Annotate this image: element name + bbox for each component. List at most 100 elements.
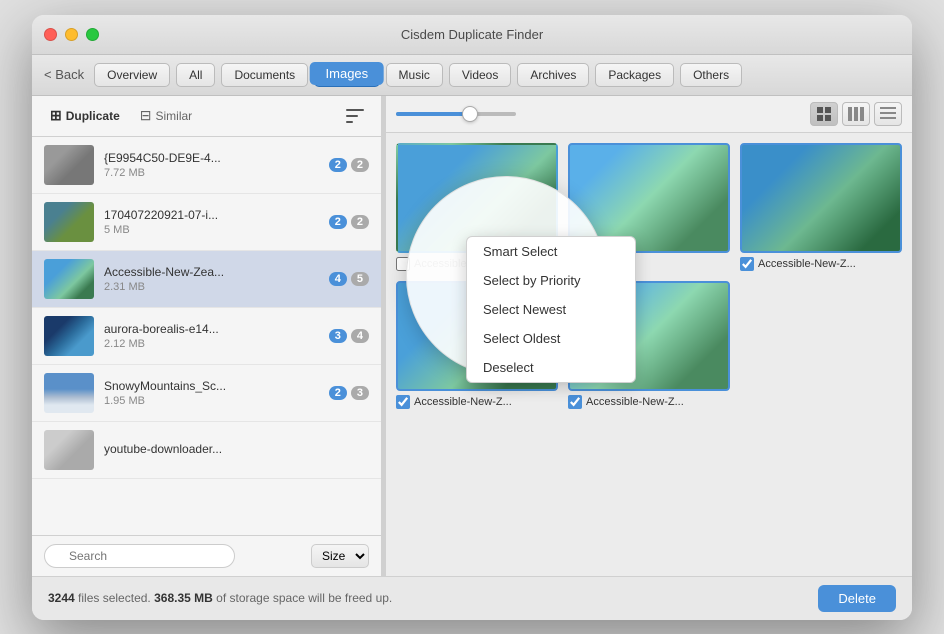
view-buttons bbox=[810, 102, 902, 126]
file-list: {E9954C50-DE9E-4... 7.72 MB 2 2 17040722… bbox=[32, 137, 381, 535]
similar-tab[interactable]: ⊟ Similar bbox=[134, 105, 198, 126]
app-window: Cisdem Duplicate Finder < Back Overview … bbox=[32, 15, 912, 620]
delete-button[interactable]: Delete bbox=[818, 585, 896, 612]
item-checkbox[interactable] bbox=[568, 395, 582, 409]
dropdown-overlay: Smart Select Select by Priority Select N… bbox=[466, 236, 636, 383]
file-info: Accessible-New-Zea... 2.31 MB bbox=[104, 265, 319, 293]
file-badges: 4 5 bbox=[329, 272, 369, 286]
sidebar-footer: 🔍 Size bbox=[32, 535, 381, 576]
dropdown-item-select-newest[interactable]: Select Newest bbox=[467, 295, 635, 324]
tab-packages[interactable]: Packages bbox=[595, 63, 674, 87]
file-name: aurora-borealis-e14... bbox=[104, 322, 319, 336]
file-thumbnail bbox=[44, 259, 94, 299]
grid-filename: Accessible-New-Z... bbox=[586, 396, 684, 408]
dropdown-item-smart-select[interactable]: Smart Select bbox=[467, 237, 635, 266]
back-button[interactable]: < Back bbox=[44, 67, 84, 82]
file-name: {E9954C50-DE9E-4... bbox=[104, 151, 319, 165]
file-size: 5 MB bbox=[104, 224, 319, 236]
file-name: SnowyMountains_Sc... bbox=[104, 379, 319, 393]
file-info: youtube-downloader... bbox=[104, 442, 359, 458]
grid-filename: Accessible-New-Z... bbox=[414, 396, 512, 408]
file-badges: 2 2 bbox=[329, 215, 369, 229]
file-info: aurora-borealis-e14... 2.12 MB bbox=[104, 322, 319, 350]
search-wrapper: 🔍 bbox=[44, 544, 305, 568]
file-badges: 3 4 bbox=[329, 329, 369, 343]
list-item[interactable]: 170407220921-07-i... 5 MB 2 2 bbox=[32, 194, 381, 251]
storage-size: 368.35 MB bbox=[154, 591, 213, 605]
badge-total: 5 bbox=[351, 272, 369, 286]
badge-total: 4 bbox=[351, 329, 369, 343]
tab-videos[interactable]: Videos bbox=[449, 63, 511, 87]
item-checkbox[interactable] bbox=[396, 395, 410, 409]
file-size: 1.95 MB bbox=[104, 395, 319, 407]
sidebar: ⊞ Duplicate ⊟ Similar bbox=[32, 96, 382, 576]
file-thumbnail bbox=[44, 316, 94, 356]
sidebar-header: ⊞ Duplicate ⊟ Similar bbox=[32, 96, 381, 137]
file-info: 170407220921-07-i... 5 MB bbox=[104, 208, 319, 236]
badge-count: 2 bbox=[329, 158, 347, 172]
file-info: SnowyMountains_Sc... 1.95 MB bbox=[104, 379, 319, 407]
badge-count: 2 bbox=[329, 215, 347, 229]
grid-item: Accessible-New-Z... bbox=[740, 143, 902, 271]
titlebar: Cisdem Duplicate Finder bbox=[32, 15, 912, 55]
file-thumbnail bbox=[44, 145, 94, 185]
minimize-button[interactable] bbox=[65, 28, 78, 41]
grid-item-label: Accessible-New-Z... bbox=[740, 257, 902, 271]
files-selected-count: 3244 bbox=[48, 591, 75, 605]
tab-all[interactable]: All bbox=[176, 63, 215, 87]
file-thumbnail bbox=[44, 430, 94, 470]
tab-images[interactable]: Images Images bbox=[314, 63, 379, 87]
tab-archives[interactable]: Archives bbox=[517, 63, 589, 87]
slider-thumb[interactable] bbox=[462, 106, 478, 122]
image-thumbnail bbox=[740, 143, 902, 253]
dropdown-item-select-by-priority[interactable]: Select by Priority bbox=[467, 266, 635, 295]
main-toolbar bbox=[386, 96, 912, 133]
list-item[interactable]: SnowyMountains_Sc... 1.95 MB 2 3 bbox=[32, 365, 381, 422]
list-item[interactable]: Accessible-New-Zea... 2.31 MB 4 5 bbox=[32, 251, 381, 308]
file-size: 2.12 MB bbox=[104, 338, 319, 350]
dropdown-item-deselect[interactable]: Deselect bbox=[467, 353, 635, 382]
grid-view-button[interactable] bbox=[810, 102, 838, 126]
zoom-slider[interactable] bbox=[396, 112, 516, 116]
file-thumbnail bbox=[44, 373, 94, 413]
list-view-button[interactable] bbox=[874, 102, 902, 126]
tab-others[interactable]: Others bbox=[680, 63, 742, 87]
grid-item-label: Accessible-New-Z... bbox=[568, 395, 730, 409]
file-thumbnail bbox=[44, 202, 94, 242]
duplicate-tab[interactable]: ⊞ Duplicate bbox=[44, 105, 126, 126]
badge-total: 2 bbox=[351, 215, 369, 229]
file-name: Accessible-New-Zea... bbox=[104, 265, 319, 279]
item-checkbox[interactable] bbox=[740, 257, 754, 271]
window-title: Cisdem Duplicate Finder bbox=[401, 27, 543, 42]
content-area: ⊞ Duplicate ⊟ Similar bbox=[32, 96, 912, 576]
file-size: 2.31 MB bbox=[104, 281, 319, 293]
file-badges: 2 2 bbox=[329, 158, 369, 172]
maximize-button[interactable] bbox=[86, 28, 99, 41]
status-bar: 3244 files selected. 368.35 MB of storag… bbox=[32, 576, 912, 620]
tab-overview[interactable]: Overview bbox=[94, 63, 170, 87]
compare-view-button[interactable] bbox=[842, 102, 870, 126]
main-panel: Accessible-New-... image Accessible-New-… bbox=[386, 96, 912, 576]
zoom-slider-container bbox=[396, 112, 802, 116]
search-input[interactable] bbox=[44, 544, 235, 568]
size-select[interactable]: Size bbox=[311, 544, 369, 568]
status-text: 3244 files selected. 368.35 MB of storag… bbox=[48, 591, 392, 605]
badge-count: 3 bbox=[329, 329, 347, 343]
close-button[interactable] bbox=[44, 28, 57, 41]
grid-item-label: Accessible-New-Z... bbox=[396, 395, 558, 409]
tab-documents[interactable]: Documents bbox=[221, 63, 308, 87]
images-tooltip: Images bbox=[310, 62, 385, 85]
list-item[interactable]: youtube-downloader... bbox=[32, 422, 381, 479]
badge-count: 4 bbox=[329, 272, 347, 286]
badge-total: 3 bbox=[351, 386, 369, 400]
list-item[interactable]: aurora-borealis-e14... 2.12 MB 3 4 bbox=[32, 308, 381, 365]
file-badges: 2 3 bbox=[329, 386, 369, 400]
traffic-lights bbox=[44, 28, 99, 41]
filter-button[interactable] bbox=[341, 104, 369, 128]
list-item[interactable]: {E9954C50-DE9E-4... 7.72 MB 2 2 bbox=[32, 137, 381, 194]
badge-count: 2 bbox=[329, 386, 347, 400]
grid-filename: Accessible-New-Z... bbox=[758, 258, 856, 270]
dropdown-item-select-oldest[interactable]: Select Oldest bbox=[467, 324, 635, 353]
tab-music[interactable]: Music bbox=[386, 63, 443, 87]
badge-total: 2 bbox=[351, 158, 369, 172]
